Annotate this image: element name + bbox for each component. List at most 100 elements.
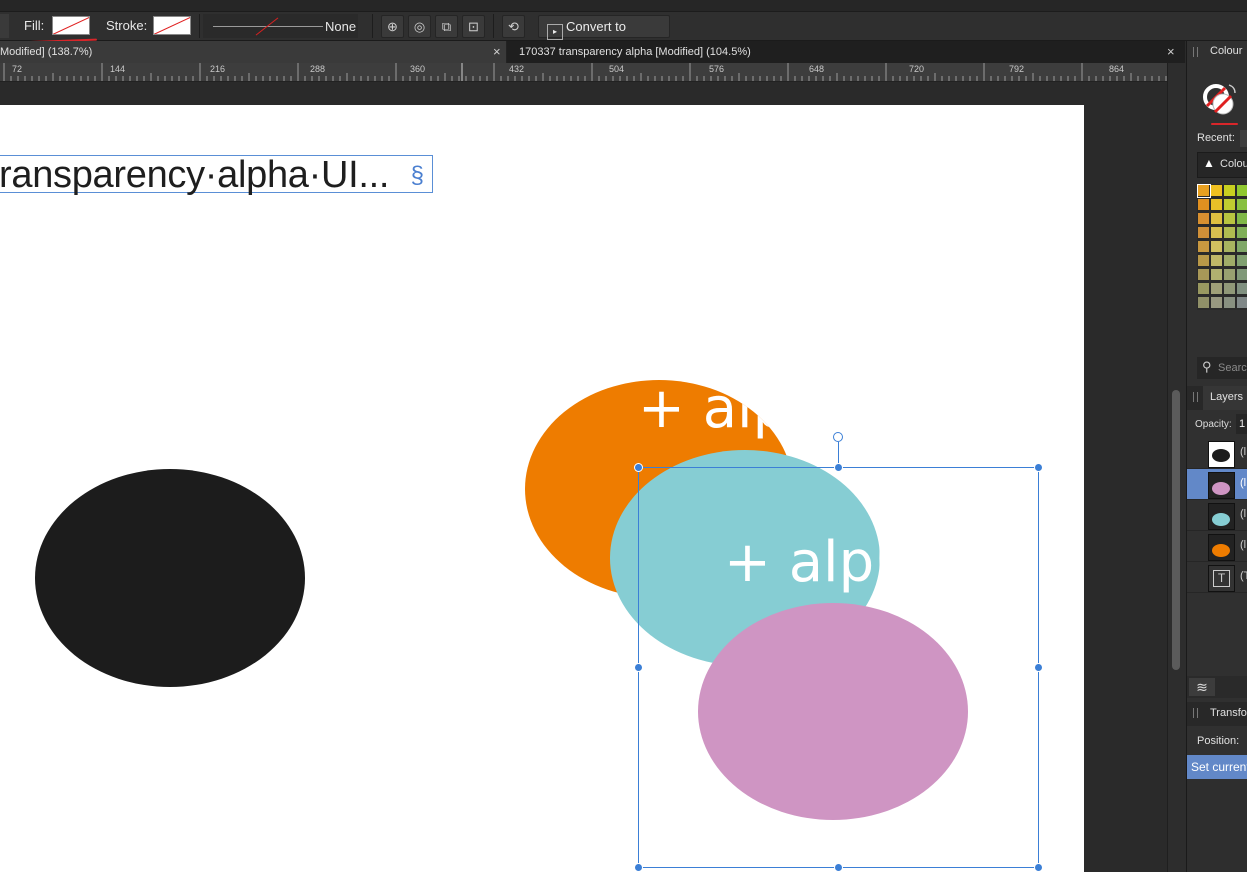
panel-grip-icon[interactable] — [1193, 47, 1198, 57]
ruler-label: 72 — [12, 64, 23, 74]
palette-swatch[interactable] — [1224, 199, 1236, 211]
annotation-underline-colour — [1211, 123, 1238, 125]
palette-swatch[interactable] — [1198, 213, 1210, 225]
layer-stack-icon[interactable]: ≋ — [1189, 678, 1215, 696]
resize-handle-right[interactable] — [1034, 663, 1043, 672]
toolbar-divider — [199, 14, 200, 38]
ruler-label: 504 — [609, 64, 625, 74]
palette-swatch[interactable] — [1198, 297, 1210, 309]
panel-bottom — [1187, 779, 1247, 872]
palette-swatch[interactable] — [1237, 297, 1247, 309]
palette-swatch[interactable] — [1224, 227, 1236, 239]
palette-swatch[interactable] — [1211, 199, 1223, 211]
palette-swatch[interactable] — [1211, 255, 1223, 267]
palette-swatch[interactable] — [1224, 269, 1236, 281]
stroke-style-value: None — [325, 19, 357, 34]
fill-swatch[interactable] — [52, 16, 90, 35]
palette-swatch[interactable] — [1237, 255, 1247, 267]
distribute-icon[interactable]: ⧉ — [435, 15, 458, 38]
flip-icon[interactable]: ⟲ — [502, 15, 525, 38]
palette-swatch[interactable] — [1237, 185, 1247, 197]
palette-swatch[interactable] — [1198, 241, 1210, 253]
palette-swatch[interactable] — [1224, 241, 1236, 253]
palette-swatch[interactable] — [1237, 283, 1247, 295]
palette-swatch[interactable] — [1211, 227, 1223, 239]
palette-swatch[interactable] — [1197, 184, 1211, 198]
palette-swatch[interactable] — [1237, 241, 1247, 253]
palette-swatch[interactable] — [1211, 241, 1223, 253]
opacity-label: Opacity: — [1195, 419, 1232, 430]
stroke-label: Stroke: — [106, 18, 148, 33]
resize-handle-left[interactable] — [634, 663, 643, 672]
tab-layers-label: Layers — [1210, 391, 1244, 403]
panel-grip-icon[interactable] — [1193, 392, 1198, 402]
tab-previous-document[interactable]: Modified] (138.7%) × — [0, 41, 506, 63]
resize-handle-bottom[interactable] — [834, 863, 843, 872]
palette-swatch[interactable] — [1211, 213, 1223, 225]
resize-handle-top[interactable] — [834, 463, 843, 472]
palette-swatch[interactable] — [1224, 283, 1236, 295]
palette-swatch[interactable] — [1224, 213, 1236, 225]
palette-swatch[interactable] — [1237, 227, 1247, 239]
vertical-scrollbar-thumb[interactable] — [1172, 390, 1180, 670]
fill-stroke-selector-icon[interactable] — [1202, 83, 1236, 117]
resize-handle-bottom-right[interactable] — [1034, 863, 1043, 872]
palette-swatch[interactable] — [1211, 185, 1223, 197]
horizontal-ruler[interactable]: 72 144 216 288 360 432 504 576 648 720 7… — [0, 63, 1167, 82]
palette-swatch[interactable] — [1237, 213, 1247, 225]
stroke-style-dropdown[interactable]: None — [203, 14, 358, 38]
palette-dropdown[interactable]: ▲ Colou — [1197, 152, 1247, 178]
stroke-swatch[interactable] — [153, 16, 191, 35]
palette-swatch[interactable] — [1198, 199, 1210, 211]
close-icon[interactable]: × — [493, 41, 501, 63]
crosshair-icon[interactable]: ⊕ — [381, 15, 404, 38]
palette-swatch[interactable] — [1224, 185, 1236, 197]
resize-handle-top-right[interactable] — [1034, 463, 1043, 472]
view-icon[interactable]: ◎ — [408, 15, 431, 38]
palette-swatch[interactable] — [1211, 283, 1223, 295]
layer-thumbnail — [1208, 472, 1235, 499]
rotation-handle[interactable] — [833, 432, 843, 442]
resize-handle-top-left[interactable] — [634, 463, 643, 472]
recent-swatches[interactable] — [1240, 130, 1247, 147]
palette-swatch[interactable] — [1224, 297, 1236, 309]
ruler-label: 288 — [310, 64, 326, 74]
palette-swatch[interactable] — [1211, 269, 1223, 281]
set-current-button[interactable]: Set current — [1187, 755, 1247, 779]
panel-grip-icon[interactable] — [1193, 708, 1198, 718]
convert-to-curves-button[interactable]: ▸Convert to Curves — [538, 15, 670, 58]
close-icon[interactable]: × — [1167, 41, 1175, 63]
text-overflow-marker[interactable]: § — [411, 162, 424, 190]
search-field[interactable]: ⚲ Searc — [1197, 357, 1247, 379]
black-ellipse[interactable] — [35, 469, 305, 687]
tab-colour[interactable]: Colour — [1210, 45, 1242, 57]
resize-handle-bottom-left[interactable] — [634, 863, 643, 872]
palette-swatch[interactable] — [1211, 297, 1223, 309]
layer-row-black-ellipse[interactable]: (l — [1187, 438, 1247, 469]
tab-layers[interactable]: Layers — [1203, 386, 1247, 410]
layer-row-text-frame[interactable]: T (T — [1187, 562, 1247, 593]
tab-transform[interactable]: Transfor — [1210, 707, 1247, 719]
layer-label: (l — [1240, 477, 1247, 489]
palette-swatch[interactable] — [1237, 199, 1247, 211]
tab-active-document[interactable]: 170337 transparency alpha [Modified] (10… — [507, 41, 1185, 63]
opacity-field[interactable]: 1 — [1236, 414, 1247, 434]
layer-row-teal-ellipse[interactable]: (l — [1187, 500, 1247, 531]
palette-swatch[interactable] — [1198, 255, 1210, 267]
text-frame[interactable]: ransparency·alpha·UI... § — [0, 154, 433, 196]
layer-label: (l — [1240, 539, 1247, 551]
fill-label: Fill: — [24, 18, 45, 33]
colour-palette-grid[interactable] — [1197, 184, 1247, 310]
layer-row-pink-ellipse[interactable]: (l — [1187, 469, 1247, 500]
palette-swatch[interactable] — [1198, 269, 1210, 281]
ruler-label: 144 — [110, 64, 126, 74]
palette-swatch[interactable] — [1198, 283, 1210, 295]
transform-origin-icon[interactable]: ⊡ — [462, 15, 485, 38]
recent-label: Recent: — [1197, 132, 1235, 144]
palette-swatch[interactable] — [1224, 255, 1236, 267]
palette-swatch[interactable] — [1198, 227, 1210, 239]
curves-icon: ▸ — [547, 24, 563, 40]
toolbar-divider — [493, 14, 494, 38]
palette-swatch[interactable] — [1237, 269, 1247, 281]
layer-row-orange-ellipse[interactable]: (l — [1187, 531, 1247, 562]
